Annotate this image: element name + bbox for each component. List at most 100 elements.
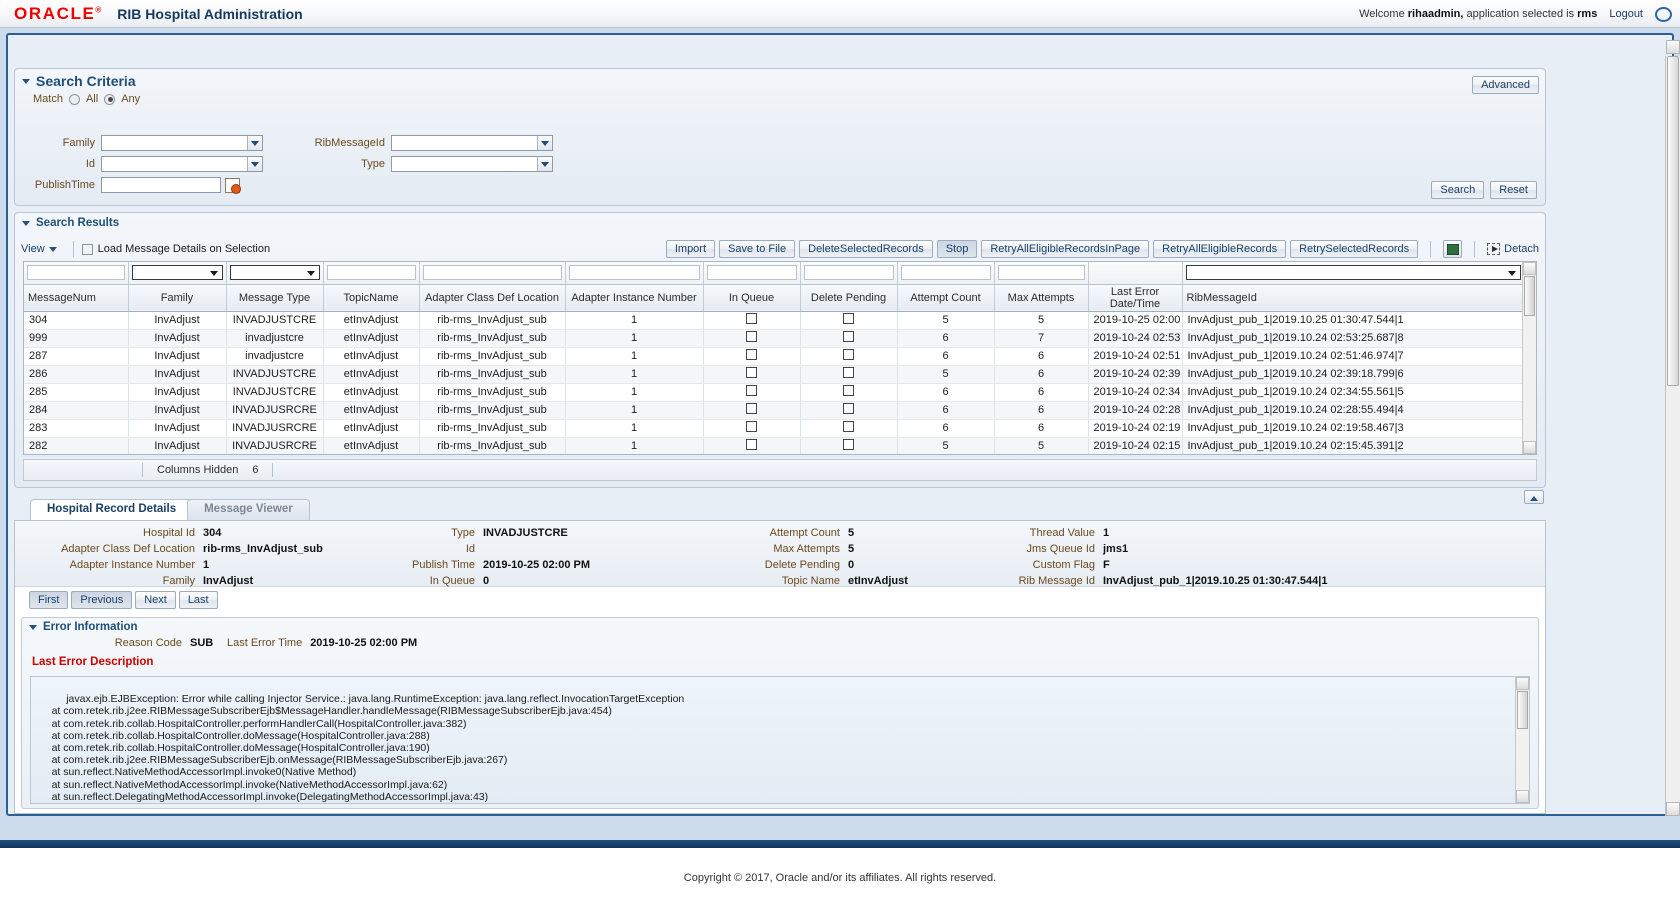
in-queue-checkbox[interactable] — [746, 313, 757, 324]
chevron-down-icon[interactable] — [537, 136, 552, 150]
column-header-messagenum[interactable]: MessageNum — [24, 284, 129, 312]
in-queue-checkbox[interactable] — [746, 331, 757, 342]
in-queue-checkbox[interactable] — [746, 403, 757, 414]
scroll-thumb[interactable] — [1667, 56, 1679, 386]
cell-in-queue[interactable] — [703, 401, 801, 420]
column-header-deletepending[interactable]: Delete Pending — [800, 284, 898, 312]
in-queue-checkbox[interactable] — [746, 349, 757, 360]
cell-delete-pending[interactable] — [800, 401, 898, 420]
cell-in-queue[interactable] — [703, 437, 801, 454]
column-header-maxattempts[interactable]: Max Attempts — [994, 284, 1089, 312]
table-row[interactable]: 282 InvAdjust INVADJUSRCRE etInvAdjust rib-r… — [24, 437, 1525, 454]
tab-hospital-record-details[interactable]: Hospital Record Details — [30, 499, 194, 520]
delete-pending-checkbox[interactable] — [843, 331, 854, 342]
column-header-ribmessageid[interactable]: RibMessageId — [1182, 284, 1525, 312]
chevron-down-icon[interactable] — [537, 157, 552, 171]
results-vertical-scrollbar[interactable] — [1522, 262, 1536, 454]
in-queue-checkbox[interactable] — [746, 439, 757, 450]
column-header-messagetype[interactable]: Message Type — [226, 284, 324, 312]
type-input[interactable] — [391, 156, 553, 172]
filter-cell-ribmessageid[interactable] — [1182, 262, 1525, 285]
detach-button[interactable]: Detach — [1487, 243, 1539, 255]
filter-cell-inqueue[interactable] — [703, 262, 801, 285]
in-queue-checkbox[interactable] — [746, 367, 757, 378]
last-button[interactable]: Last — [178, 591, 218, 609]
table-row[interactable]: 287 InvAdjust invadjustcre etInvAdjust rib-r… — [24, 347, 1525, 366]
cell-delete-pending[interactable] — [800, 347, 898, 366]
id-input[interactable] — [101, 156, 263, 172]
cell-delete-pending[interactable] — [800, 383, 898, 402]
logout-link[interactable]: Logout — [1609, 8, 1643, 20]
match-any-radio[interactable] — [104, 93, 116, 105]
ribmessageid-input[interactable] — [391, 135, 553, 151]
table-row[interactable]: 304 InvAdjust INVADJUSTCRE etInvAdjust rib-r… — [24, 311, 1525, 330]
cell-in-queue[interactable] — [703, 419, 801, 438]
column-header-topicname[interactable]: TopicName — [323, 284, 420, 312]
delete-pending-checkbox[interactable] — [843, 367, 854, 378]
delete-pending-checkbox[interactable] — [843, 385, 854, 396]
filter-cell-messagenum[interactable] — [24, 262, 129, 285]
filter-cell-family[interactable] — [128, 262, 227, 285]
chevron-down-icon[interactable] — [247, 157, 262, 171]
next-button[interactable]: Next — [135, 591, 176, 609]
filter-input-topicname[interactable] — [326, 265, 416, 281]
retry-all-eligible-records-button[interactable]: RetryAllEligibleRecords — [1153, 240, 1287, 258]
export-to-excel-icon[interactable] — [1443, 240, 1463, 258]
first-button[interactable]: First — [29, 591, 69, 609]
filter-cell-topicname[interactable] — [323, 262, 420, 285]
cell-delete-pending[interactable] — [800, 365, 898, 384]
table-row[interactable]: 284 InvAdjust INVADJUSRCRE etInvAdjust rib-r… — [24, 401, 1525, 420]
calendar-icon[interactable] — [225, 177, 241, 194]
filter-input-adapterinstance[interactable] — [568, 265, 700, 281]
column-header-inqueue[interactable]: In Queue — [703, 284, 801, 312]
filter-input-inqueue[interactable] — [706, 265, 797, 281]
column-header-adapterinstancenumber[interactable]: Adapter Instance Number — [565, 284, 704, 312]
scroll-thumb[interactable] — [1517, 691, 1528, 729]
delete-selected-records-button[interactable]: DeleteSelectedRecords — [799, 240, 933, 258]
tab-message-viewer[interactable]: Message Viewer — [187, 499, 310, 520]
scroll-down-arrow[interactable] — [1516, 790, 1529, 803]
publishtime-input[interactable] — [101, 177, 221, 193]
scroll-up-arrow[interactable] — [1666, 40, 1680, 54]
cell-delete-pending[interactable] — [800, 329, 898, 348]
retry-all-eligible-records-in-page-button[interactable]: RetryAllEligibleRecordsInPage — [981, 240, 1150, 258]
filter-select-family[interactable] — [131, 265, 223, 281]
stack-trace-scrollbar[interactable] — [1515, 677, 1529, 803]
page-vertical-scrollbar[interactable] — [1665, 40, 1680, 816]
load-message-details-checkbox[interactable] — [81, 243, 93, 255]
view-menu-button[interactable]: View — [21, 243, 65, 255]
family-input[interactable] — [101, 135, 263, 151]
filter-cell-adapterinstance[interactable] — [565, 262, 704, 285]
delete-pending-checkbox[interactable] — [843, 313, 854, 324]
previous-button[interactable]: Previous — [71, 591, 133, 609]
delete-pending-checkbox[interactable] — [843, 403, 854, 414]
column-header-family[interactable]: Family — [128, 284, 227, 312]
cell-in-queue[interactable] — [703, 365, 801, 384]
advanced-button[interactable]: Advanced — [1472, 76, 1539, 94]
filter-input-maxattempts[interactable] — [997, 265, 1085, 281]
cell-in-queue[interactable] — [703, 383, 801, 402]
delete-pending-checkbox[interactable] — [843, 421, 854, 432]
reset-button[interactable]: Reset — [1490, 181, 1537, 199]
stack-trace-box[interactable]: javax.ejb.EJBException: Error while call… — [30, 676, 1530, 804]
in-queue-checkbox[interactable] — [746, 421, 757, 432]
filter-input-deletepending[interactable] — [803, 265, 894, 281]
cell-delete-pending[interactable] — [800, 419, 898, 438]
filter-cell-attemptcount[interactable] — [897, 262, 995, 285]
cell-in-queue[interactable] — [703, 347, 801, 366]
filter-input-attemptcount[interactable] — [900, 265, 991, 281]
stop-button[interactable]: Stop — [936, 240, 978, 258]
scroll-down-arrow[interactable] — [1523, 441, 1536, 454]
cell-delete-pending[interactable] — [800, 437, 898, 454]
column-header-attemptcount[interactable]: Attempt Count — [897, 284, 995, 312]
save-to-file-button[interactable]: Save to File — [719, 240, 796, 258]
in-queue-checkbox[interactable] — [746, 385, 757, 396]
expand-detail-button[interactable] — [1524, 490, 1544, 504]
table-row[interactable]: 283 InvAdjust INVADJUSRCRE etInvAdjust rib-r… — [24, 419, 1525, 438]
delete-pending-checkbox[interactable] — [843, 439, 854, 450]
cell-in-queue[interactable] — [703, 311, 801, 330]
filter-cell-maxattempts[interactable] — [994, 262, 1089, 285]
filter-select-messagetype[interactable] — [229, 265, 320, 281]
table-row[interactable]: 286 InvAdjust INVADJUSTCRE etInvAdjust rib-r… — [24, 365, 1525, 384]
chevron-down-icon[interactable] — [21, 218, 32, 229]
